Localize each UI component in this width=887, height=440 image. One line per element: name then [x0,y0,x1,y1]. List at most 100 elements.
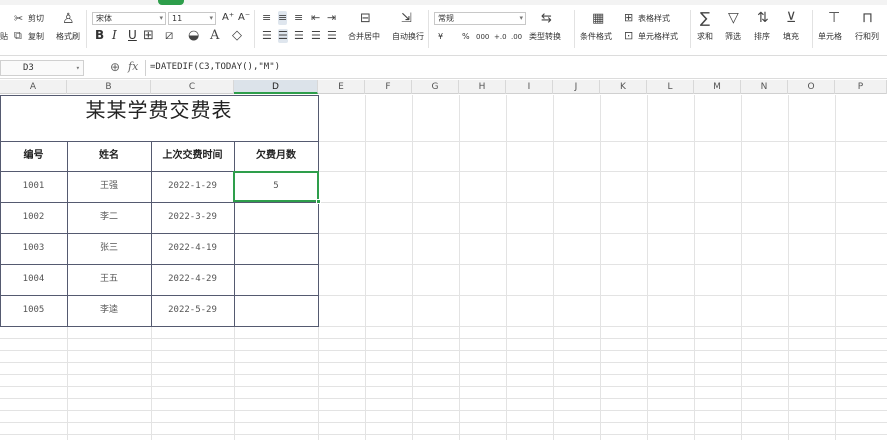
border-icon[interactable]: ⊞ [143,29,154,43]
table-cell-name[interactable]: 李二 [67,202,151,233]
formula-input[interactable]: =DATEDIF(C3,TODAY(),"M") [145,60,887,76]
number-format-select[interactable]: 常规 ▾ [434,12,526,25]
grow-font-button[interactable]: A⁺ [222,13,234,23]
column-header-m[interactable]: M [694,80,741,94]
column-header-b[interactable]: B [67,80,151,94]
align-right-icon[interactable]: ☰ [294,29,304,43]
cut-button[interactable]: 剪切 [28,14,44,24]
spreadsheet-grid[interactable]: ABCDEFGHIJKLMNOP 某某学费交费表 编号 姓名 上次交费时间 欠费月数 1… [0,80,887,440]
column-header-l[interactable]: L [647,80,694,94]
format-painter-icon[interactable]: ♙ [62,12,75,26]
fill-effect-icon[interactable]: ⧄ [165,29,173,43]
type-convert-icon[interactable]: ⇆ [541,12,552,26]
type-convert-button[interactable]: 类型转换 [529,32,561,42]
fill-handle[interactable] [316,199,321,204]
column-header-o[interactable]: O [788,80,835,94]
sheet-title[interactable]: 某某学费交费表 [0,95,318,125]
align-bottom-icon[interactable]: ≡ [294,11,303,25]
eraser-icon[interactable]: ◇ [232,29,242,43]
name-box[interactable]: D3 ▾ [0,60,84,76]
table-cell-date[interactable]: 2022-3-29 [151,202,234,233]
indent-icon[interactable]: ⇥ [327,11,336,25]
underline-button[interactable]: U [128,29,137,41]
table-header-cell[interactable]: 欠费月数 [234,141,318,171]
table-cell-id[interactable]: 1003 [0,233,67,264]
table-cell-name[interactable]: 王五 [67,264,151,295]
filter-button[interactable]: 筛选 [725,32,741,42]
sort-icon[interactable]: ⇅ [757,11,769,25]
table-cell-date[interactable]: 2022-5-29 [151,295,234,326]
cell-area[interactable]: 某某学费交费表 编号 姓名 上次交费时间 欠费月数 1001 王强 2022-1-29 5 10… [0,95,887,440]
distribute-icon[interactable]: ☰ [327,29,337,43]
cell-style-button[interactable]: 单元格样式 [638,32,678,42]
shrink-font-button[interactable]: A⁻ [238,13,250,23]
column-header-p[interactable]: P [835,80,887,94]
filter-icon[interactable]: ▽ [728,11,739,25]
fill-icon[interactable]: ⊻ [786,11,796,25]
rows-cols-icon[interactable]: ⊓ [862,11,873,25]
bold-button[interactable]: B [95,29,104,41]
table-cell-id[interactable]: 1004 [0,264,67,295]
conditional-format-button[interactable]: 条件格式 [580,32,612,42]
active-tab-indicator[interactable] [158,0,184,5]
cell-style-icon[interactable]: ⊡ [624,29,633,43]
table-cell-id[interactable]: 1001 [0,171,67,202]
table-cell-date[interactable]: 2022-1-29 [151,171,234,202]
column-header-j[interactable]: J [553,80,600,94]
fx-icon[interactable]: fx [128,60,138,73]
merge-center-icon[interactable]: ⊟ [360,12,371,26]
font-size-select[interactable]: 11 ▾ [168,12,216,25]
decrease-decimal-button[interactable]: .00 [511,32,522,42]
table-style-icon[interactable]: ⊞ [624,11,633,25]
table-cell-date[interactable]: 2022-4-19 [151,233,234,264]
thousands-button[interactable]: 000 [476,32,489,42]
table-cell-name[interactable]: 王强 [67,171,151,202]
wrap-text-button[interactable]: 自动换行 [392,32,424,42]
table-cell-months[interactable] [234,202,318,233]
copy-icon[interactable]: ⧉ [14,29,22,43]
table-cell-date[interactable]: 2022-4-29 [151,264,234,295]
sum-button[interactable]: 求和 [697,32,713,42]
wrap-text-icon[interactable]: ⇲ [401,12,412,26]
column-header-h[interactable]: H [459,80,506,94]
currency-button[interactable]: ¥ [438,32,443,42]
font-color-icon[interactable]: A [210,29,219,43]
column-header-g[interactable]: G [412,80,459,94]
align-middle-icon[interactable]: ≡ [278,11,288,25]
conditional-format-icon[interactable]: ▦ [592,12,604,26]
column-header-f[interactable]: F [365,80,412,94]
outdent-icon[interactable]: ⇤ [311,11,320,25]
align-left-icon[interactable]: ☰ [262,29,272,43]
cells-button[interactable]: 单元格 [818,32,842,42]
copy-button[interactable]: 复制 [28,32,44,42]
fill-button[interactable]: 填充 [783,32,799,42]
rows-cols-button[interactable]: 行和列 [855,32,879,42]
font-name-select[interactable]: 宋体 ▾ [92,12,166,25]
format-painter-button[interactable]: 格式刷 [56,32,80,42]
zoom-icon[interactable]: ⊕ [110,60,120,74]
table-cell-name[interactable]: 李逵 [67,295,151,326]
column-header-k[interactable]: K [600,80,647,94]
table-cell-id[interactable]: 1002 [0,202,67,233]
table-header-cell[interactable]: 编号 [0,141,67,171]
column-header-i[interactable]: I [506,80,553,94]
sum-icon[interactable]: ∑ [700,11,710,26]
fill-color-icon[interactable]: ◒ [188,29,199,43]
align-top-icon[interactable]: ≡ [262,11,271,25]
column-header-e[interactable]: E [318,80,365,94]
table-cell-months[interactable] [234,233,318,264]
increase-decimal-button[interactable]: +.0 [494,32,507,42]
table-cell-id[interactable]: 1005 [0,295,67,326]
column-header-a[interactable]: A [0,80,67,94]
table-cell-months[interactable] [234,295,318,326]
column-header-d[interactable]: D [234,80,318,94]
table-style-button[interactable]: 表格样式 [638,14,670,24]
table-cell-name[interactable]: 张三 [67,233,151,264]
scissors-icon[interactable]: ✂ [14,12,23,26]
column-header-c[interactable]: C [151,80,234,94]
cells-icon[interactable]: ⊤ [828,11,840,25]
table-header-cell[interactable]: 上次交费时间 [151,141,234,171]
merge-center-button[interactable]: 合并居中 [348,32,380,42]
table-cell-months[interactable] [234,264,318,295]
active-cell-selection[interactable] [233,171,321,204]
